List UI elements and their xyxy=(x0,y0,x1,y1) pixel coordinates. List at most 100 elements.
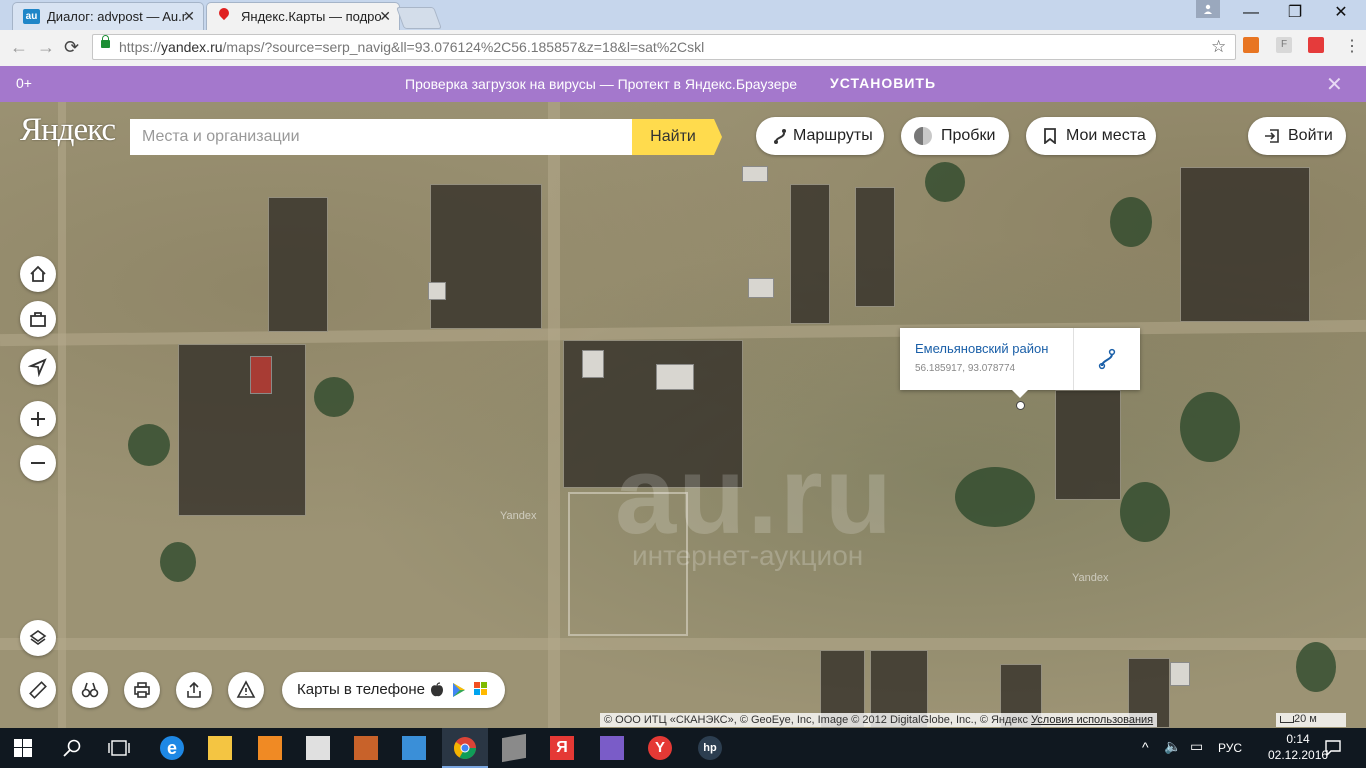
notifications-icon[interactable] xyxy=(1324,739,1342,757)
windows-taskbar: e Я Y hp ^ 🔈 ▭ РУС 0:14 02.12.2016 xyxy=(0,728,1366,768)
yandex-app-icon[interactable]: Я xyxy=(550,736,574,760)
tab-au-dialog[interactable]: au Диалог: advpost — Au.ru ✕ xyxy=(12,2,204,30)
satellite-map[interactable]: au.ru интернет-аукцион Yandex Yandex Янд… xyxy=(0,102,1366,728)
minimize-icon[interactable]: — xyxy=(1228,0,1274,28)
close-icon[interactable]: ✕ xyxy=(1326,72,1343,97)
scale-bar xyxy=(1280,716,1294,723)
banner-text: Проверка загрузок на вирусы — Протект в … xyxy=(405,76,798,92)
clock-date: 02.12.2016 xyxy=(1268,748,1329,762)
report-error-button[interactable] xyxy=(228,672,264,708)
popup-coordinates: 56.185917, 93.078774 xyxy=(915,363,1016,374)
tab-title: Диалог: advpost — Au.ru xyxy=(47,9,187,24)
traffic-button[interactable]: Пробки xyxy=(901,117,1009,155)
map-tree xyxy=(1296,642,1336,692)
file-explorer-icon[interactable] xyxy=(208,736,232,760)
routes-button[interactable]: Маршруты xyxy=(756,117,884,155)
close-tab-icon[interactable]: ✕ xyxy=(379,8,391,25)
geolocation-button[interactable] xyxy=(20,349,56,385)
my-places-button[interactable]: Мои места xyxy=(1026,117,1156,155)
reload-icon[interactable]: ⟳ xyxy=(64,37,79,58)
binoculars-icon xyxy=(81,682,99,698)
zoom-in-button[interactable] xyxy=(20,401,56,437)
restore-icon[interactable]: ❐ xyxy=(1272,0,1318,28)
yandex-browser-icon[interactable]: Y xyxy=(648,736,672,760)
map-plot xyxy=(790,184,830,324)
location-arrow-icon xyxy=(28,358,47,377)
ruler-icon xyxy=(29,681,47,699)
warning-icon xyxy=(236,680,256,698)
search-icon[interactable] xyxy=(62,738,82,758)
windows-store-icon xyxy=(474,682,487,695)
map-tree xyxy=(160,542,196,582)
tab-yandex-maps[interactable]: Яндекс.Карты — подробная ✕ xyxy=(206,2,400,30)
maps-in-phone-button[interactable]: Карты в телефоне xyxy=(282,672,505,708)
work-button[interactable] xyxy=(20,301,56,337)
menu-icon[interactable]: ⋮ xyxy=(1344,36,1360,56)
panorama-button[interactable] xyxy=(72,672,108,708)
network-icon[interactable]: ▭ xyxy=(1190,738,1203,755)
audio-icon[interactable] xyxy=(402,736,426,760)
install-button[interactable]: УСТАНОВИТЬ xyxy=(830,75,936,91)
address-bar[interactable]: https://yandex.ru/maps/?source=serp_navi… xyxy=(92,34,1236,60)
promo-banner: 0+ Проверка загрузок на вирусы — Протект… xyxy=(0,66,1366,102)
media-icon[interactable] xyxy=(354,736,378,760)
zoom-out-button[interactable] xyxy=(20,445,56,481)
back-arrow-icon[interactable]: ← xyxy=(10,37,28,58)
forward-arrow-icon[interactable]: → xyxy=(37,37,55,58)
extension-icon[interactable]: F xyxy=(1276,37,1292,53)
map-plot xyxy=(430,184,542,329)
ruler-button[interactable] xyxy=(20,672,56,708)
store-icon[interactable] xyxy=(306,736,330,760)
map-tree xyxy=(1110,197,1152,247)
route-icon[interactable] xyxy=(1096,348,1118,370)
browser-toolbar: ← → ⟳ https://yandex.ru/maps/?source=ser… xyxy=(0,30,1366,67)
map-attribution: © ООО ИТЦ «СКАНЭКС», © GeoEye, Inc, Imag… xyxy=(600,713,1158,727)
extension-icon[interactable] xyxy=(1243,37,1259,53)
task-view-icon[interactable] xyxy=(108,738,130,758)
popup-title[interactable]: Емельяновский район xyxy=(915,341,1048,356)
map-road xyxy=(548,102,560,728)
yandex-logo[interactable]: Яндекс xyxy=(20,112,116,149)
share-button[interactable] xyxy=(176,672,212,708)
home-button[interactable] xyxy=(20,256,56,292)
minus-icon xyxy=(31,462,45,464)
map-plot xyxy=(178,344,306,516)
search-input[interactable] xyxy=(130,119,632,155)
login-button[interactable]: Войти xyxy=(1248,117,1346,155)
windows-start-icon[interactable] xyxy=(14,739,32,757)
app-icon[interactable] xyxy=(502,733,526,763)
map-house xyxy=(656,364,694,390)
location-popup: Емельяновский район 56.185917, 93.078774 xyxy=(900,328,1140,398)
new-tab-button[interactable] xyxy=(395,7,443,29)
map-scale[interactable]: 20 м xyxy=(1276,713,1346,727)
chrome-taskbar-button[interactable] xyxy=(442,728,488,768)
profile-icon[interactable] xyxy=(1196,0,1220,18)
print-button[interactable] xyxy=(124,672,160,708)
apple-icon xyxy=(431,682,443,697)
extension-icon[interactable] xyxy=(1308,37,1324,53)
hp-icon[interactable]: hp xyxy=(698,736,722,760)
map-tree xyxy=(1180,392,1240,462)
close-tab-icon[interactable]: ✕ xyxy=(183,8,195,25)
app-icon[interactable] xyxy=(258,736,282,760)
bookmark-star-icon[interactable]: ☆ xyxy=(1211,37,1226,57)
language-indicator[interactable]: РУС xyxy=(1218,741,1242,755)
terms-link[interactable]: Условия использования xyxy=(1031,714,1153,726)
map-plot xyxy=(1055,390,1121,500)
visual-studio-icon[interactable] xyxy=(600,736,624,760)
clock[interactable]: 0:14 02.12.2016 xyxy=(1268,731,1328,763)
plus-icon xyxy=(31,412,45,426)
window-close-icon[interactable]: ✕ xyxy=(1318,0,1364,28)
yandex-tile-watermark: Yandex xyxy=(1072,572,1109,584)
au-watermark-subtitle: интернет-аукцион xyxy=(632,540,864,571)
map-pin-favicon-icon xyxy=(216,5,232,21)
location-marker[interactable] xyxy=(1016,401,1025,410)
lock-icon xyxy=(101,35,110,48)
edge-icon[interactable]: e xyxy=(160,736,184,760)
chevron-up-icon[interactable]: ^ xyxy=(1142,739,1149,755)
map-tree xyxy=(925,162,965,202)
chrome-icon xyxy=(454,737,476,759)
layers-button[interactable] xyxy=(20,620,56,656)
volume-icon[interactable]: 🔈 xyxy=(1164,738,1181,755)
find-button[interactable]: Найти xyxy=(632,119,722,155)
